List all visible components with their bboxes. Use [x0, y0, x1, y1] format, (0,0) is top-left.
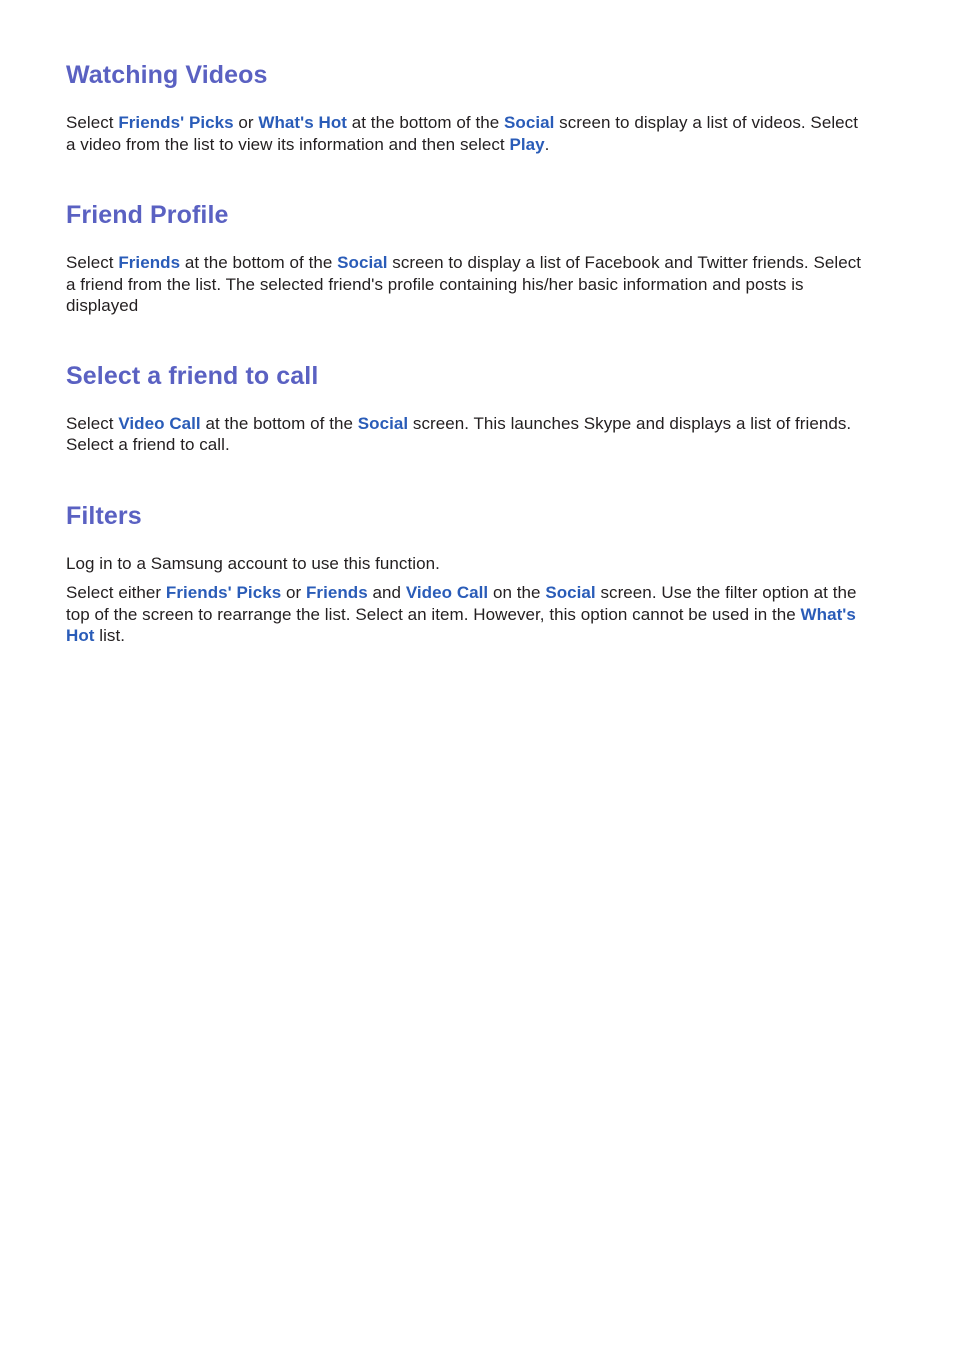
ui-term-reference: Social	[337, 253, 387, 272]
body-text-run: at the bottom of the	[180, 253, 337, 272]
document-page: Watching Videos Select Friends' Picks or …	[0, 0, 954, 1350]
ui-term-reference: Social	[504, 113, 554, 132]
body-text-run: Select	[66, 113, 118, 132]
body-text-run: .	[545, 135, 550, 154]
section-watching-videos: Watching Videos Select Friends' Picks or …	[66, 60, 866, 155]
body-text-run: at the bottom of the	[347, 113, 504, 132]
paragraph: Select either Friends' Picks or Friends …	[66, 582, 866, 647]
ui-term-reference: Friends	[306, 583, 368, 602]
section-filters: Filters Log in to a Samsung account to us…	[66, 501, 866, 647]
ui-term-reference: Video Call	[118, 414, 200, 433]
ui-term-reference: Social	[545, 583, 595, 602]
body-text-run: and	[368, 583, 406, 602]
body-text-run: or	[281, 583, 306, 602]
section-heading-select-friend-to-call: Select a friend to call	[66, 361, 866, 391]
section-heading-watching-videos: Watching Videos	[66, 60, 866, 90]
body-text-run: list.	[94, 626, 125, 645]
ui-term-reference: What's Hot	[258, 113, 347, 132]
section-heading-friend-profile: Friend Profile	[66, 200, 866, 230]
section-friend-profile: Friend Profile Select Friends at the bott…	[66, 200, 866, 317]
ui-term-reference: Video Call	[406, 583, 488, 602]
body-text-run: on the	[488, 583, 545, 602]
body-text-run: Log in to a Samsung account to use this …	[66, 554, 440, 573]
body-text-run: Select	[66, 414, 118, 433]
body-text-run: Select either	[66, 583, 166, 602]
body-text-run: at the bottom of the	[201, 414, 358, 433]
section-select-friend-to-call: Select a friend to call Select Video Call…	[66, 361, 866, 456]
ui-term-reference: Social	[358, 414, 408, 433]
ui-term-reference: Friends' Picks	[166, 583, 281, 602]
section-list: Watching Videos Select Friends' Picks or …	[66, 60, 866, 647]
paragraph: Select Friends at the bottom of the Soci…	[66, 252, 866, 317]
ui-term-reference: Friends' Picks	[118, 113, 233, 132]
body-text-run: or	[234, 113, 259, 132]
paragraph: Select Video Call at the bottom of the S…	[66, 413, 866, 456]
paragraph: Select Friends' Picks or What's Hot at t…	[66, 112, 866, 155]
paragraph: Log in to a Samsung account to use this …	[66, 553, 866, 575]
section-heading-filters: Filters	[66, 501, 866, 531]
ui-term-reference: Play	[509, 135, 544, 154]
body-text-run: Select	[66, 253, 118, 272]
ui-term-reference: Friends	[118, 253, 180, 272]
